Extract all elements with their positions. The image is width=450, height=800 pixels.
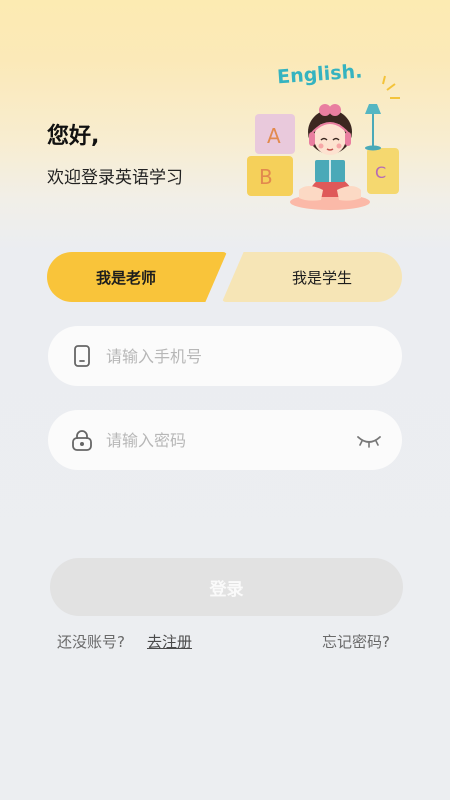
login-button[interactable]: 登录 [50,558,403,616]
password-input[interactable] [104,429,338,451]
tab-student[interactable]: 我是学生 [222,252,402,302]
tab-teacher-label: 我是老师 [95,268,156,287]
greeting-title: 您好, [47,124,100,149]
phone-icon [70,344,94,368]
welcome-subtitle: 欢迎登录英语学习 [47,168,183,188]
svg-text:C: C [375,163,386,182]
role-tabs: 我是老师 我是学生 [47,252,402,302]
tab-teacher[interactable]: 我是老师 [47,252,227,302]
phone-field[interactable] [48,326,402,386]
eye-closed-icon[interactable] [356,430,382,450]
svg-text:B: B [259,165,273,189]
tab-student-label: 我是学生 [291,268,352,287]
password-field[interactable] [48,410,402,470]
forgot-password-link[interactable]: 忘记密码? [322,631,390,652]
lock-icon [70,428,94,452]
svg-text:A: A [267,124,281,148]
phone-input[interactable] [104,345,338,367]
english-reading-illustration: English. A B C [247,60,400,210]
illustration-english-text: English. [276,60,363,88]
no-account-text: 还没账号? [57,633,125,651]
register-link[interactable]: 去注册 [147,631,192,652]
